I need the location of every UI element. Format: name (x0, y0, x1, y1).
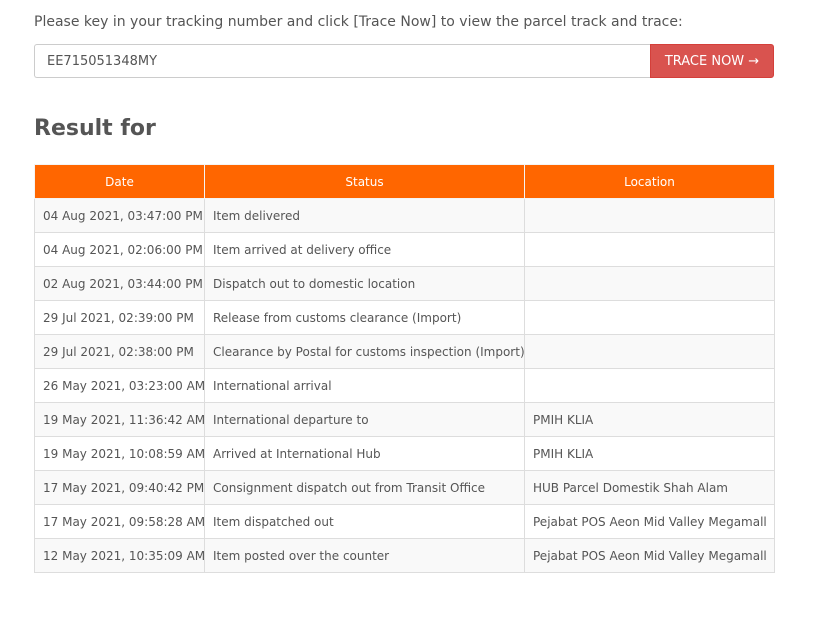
tracking-table: Date Status Location 04 Aug 2021, 03:47:… (34, 164, 775, 573)
table-row: 19 May 2021, 10:08:59 AM Arrived at Inte… (34, 436, 775, 471)
table-row: 02 Aug 2021, 03:44:00 PM Dispatch out to… (34, 266, 775, 301)
cell-location: Pejabat POS Aeon Mid Valley Megamall (524, 504, 775, 539)
cell-status: Consignment dispatch out from Transit Of… (204, 470, 525, 505)
cell-location (524, 232, 775, 267)
cell-location: PMIH KLIA (524, 402, 775, 437)
table-row: 17 May 2021, 09:40:42 PM Consignment dis… (34, 470, 775, 505)
cell-location (524, 266, 775, 301)
cell-location (524, 198, 775, 233)
table-row: 29 Jul 2021, 02:39:00 PM Release from cu… (34, 300, 775, 335)
cell-date: 04 Aug 2021, 02:06:00 PM (34, 232, 205, 267)
table-header-row: Date Status Location (34, 164, 775, 199)
cell-date: 17 May 2021, 09:40:42 PM (34, 470, 205, 505)
cell-status: Release from customs clearance (Import) (204, 300, 525, 335)
trace-now-button[interactable]: TRACE NOW → (650, 44, 774, 78)
cell-status: Dispatch out to domestic location (204, 266, 525, 301)
instruction-text: Please key in your tracking number and c… (34, 14, 683, 30)
column-header-status: Status (204, 164, 525, 199)
column-header-date: Date (34, 164, 205, 199)
table-row: 17 May 2021, 09:58:28 AM Item dispatched… (34, 504, 775, 539)
cell-date: 02 Aug 2021, 03:44:00 PM (34, 266, 205, 301)
cell-date: 12 May 2021, 10:35:09 AM (34, 538, 205, 573)
cell-status: Item arrived at delivery office (204, 232, 525, 267)
table-row: 12 May 2021, 10:35:09 AM Item posted ove… (34, 538, 775, 573)
cell-status: Item delivered (204, 198, 525, 233)
cell-location (524, 368, 775, 403)
cell-date: 29 Jul 2021, 02:38:00 PM (34, 334, 205, 369)
column-header-location: Location (524, 164, 775, 199)
cell-status: International arrival (204, 368, 525, 403)
cell-date: 17 May 2021, 09:58:28 AM (34, 504, 205, 539)
cell-location: PMIH KLIA (524, 436, 775, 471)
table-row: 19 May 2021, 11:36:42 AM International d… (34, 402, 775, 437)
cell-status: Item posted over the counter (204, 538, 525, 573)
cell-location: Pejabat POS Aeon Mid Valley Megamall (524, 538, 775, 573)
cell-date: 19 May 2021, 11:36:42 AM (34, 402, 205, 437)
cell-date: 29 Jul 2021, 02:39:00 PM (34, 300, 205, 335)
page: Please key in your tracking number and c… (0, 0, 819, 630)
cell-location: HUB Parcel Domestik Shah Alam (524, 470, 775, 505)
table-row: 29 Jul 2021, 02:38:00 PM Clearance by Po… (34, 334, 775, 369)
cell-date: 04 Aug 2021, 03:47:00 PM (34, 198, 205, 233)
table-row: 04 Aug 2021, 02:06:00 PM Item arrived at… (34, 232, 775, 267)
cell-status: Clearance by Postal for customs inspecti… (204, 334, 525, 369)
cell-date: 26 May 2021, 03:23:00 AM (34, 368, 205, 403)
cell-date: 19 May 2021, 10:08:59 AM (34, 436, 205, 471)
result-heading: Result for (34, 116, 156, 141)
cell-location (524, 334, 775, 369)
tracking-number-input[interactable] (34, 44, 650, 78)
tracking-form: TRACE NOW → (34, 44, 774, 78)
cell-status: International departure to (204, 402, 525, 437)
cell-status: Item dispatched out (204, 504, 525, 539)
cell-status: Arrived at International Hub (204, 436, 525, 471)
table-row: 26 May 2021, 03:23:00 AM International a… (34, 368, 775, 403)
cell-location (524, 300, 775, 335)
table-row: 04 Aug 2021, 03:47:00 PM Item delivered (34, 198, 775, 233)
